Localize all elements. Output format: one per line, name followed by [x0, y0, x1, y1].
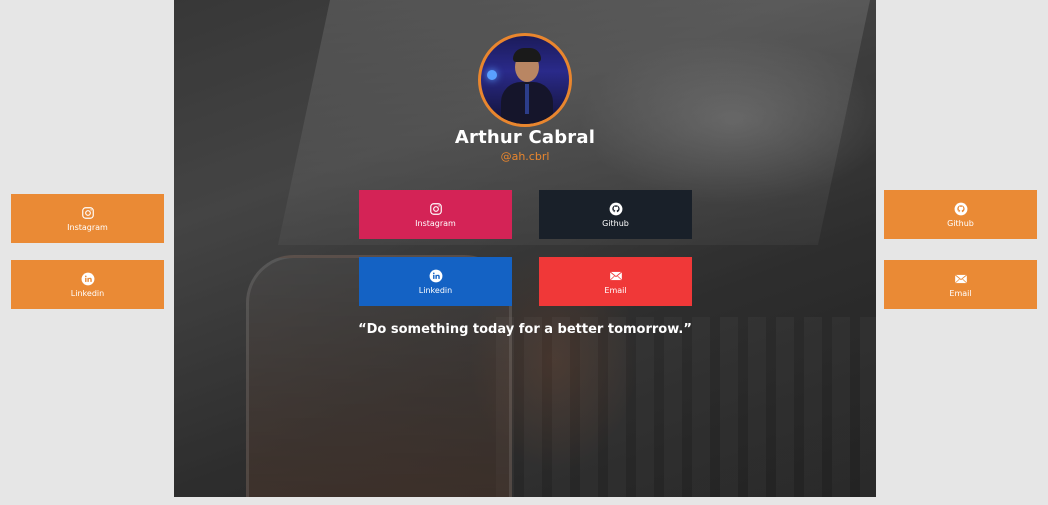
profile-handle: @ah.cbrl [500, 150, 550, 163]
github-button[interactable]: Github [539, 190, 692, 239]
instagram-icon [81, 206, 94, 219]
email-icon [609, 271, 622, 280]
side-github-button[interactable]: Github [884, 190, 1037, 239]
instagram-label: Instagram [415, 218, 456, 228]
avatar [478, 33, 572, 127]
side-github-label: Github [947, 218, 974, 228]
side-linkedin-label: Linkedin [70, 288, 105, 298]
side-email-button[interactable]: Email [884, 260, 1037, 309]
side-email-label: Email [949, 288, 972, 298]
instagram-icon [429, 202, 442, 215]
linkedin-icon [429, 269, 442, 282]
linkedin-icon [81, 272, 94, 285]
side-linkedin-button[interactable]: Linkedin [11, 260, 164, 309]
side-instagram-label: Instagram [67, 222, 108, 232]
email-button[interactable]: Email [539, 257, 692, 306]
github-icon [609, 202, 622, 215]
profile-panel: Arthur Cabral @ah.cbrl Instagram Github … [174, 0, 876, 497]
side-instagram-button[interactable]: Instagram [11, 194, 164, 243]
linkedin-button[interactable]: Linkedin [359, 257, 512, 306]
email-icon [954, 274, 967, 283]
email-label: Email [604, 285, 627, 295]
instagram-button[interactable]: Instagram [359, 190, 512, 239]
github-icon [954, 202, 967, 215]
linkedin-label: Linkedin [418, 285, 453, 295]
github-label: Github [602, 218, 629, 228]
profile-name: Arthur Cabral [454, 127, 596, 148]
profile-quote: “Do something today for a better tomorro… [358, 322, 692, 337]
